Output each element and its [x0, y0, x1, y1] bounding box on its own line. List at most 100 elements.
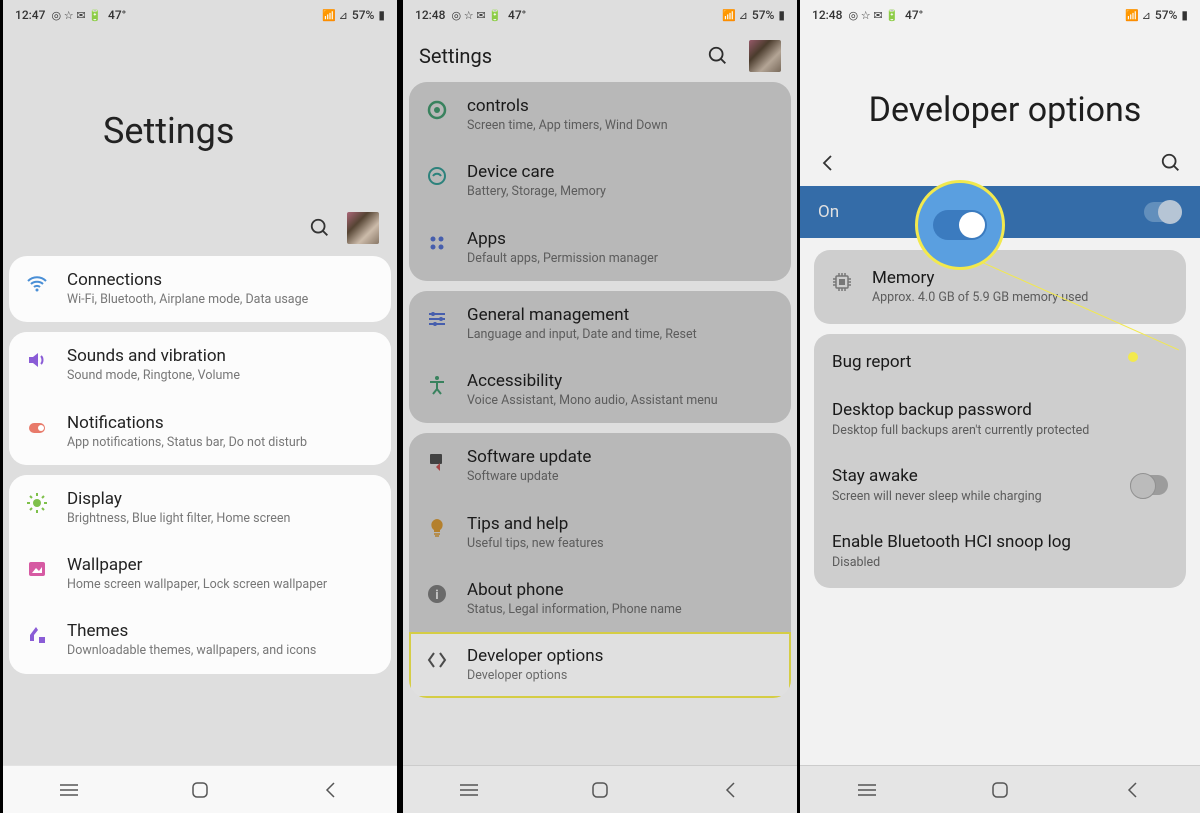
recents-button[interactable]	[458, 779, 480, 801]
item-subtitle: Downloadable themes, wallpapers, and ico…	[67, 643, 375, 659]
annotation-dot	[1128, 352, 1138, 362]
settings-group: Software updateSoftware updateTips and h…	[409, 433, 791, 698]
wifi-icon: 📶 ⊿	[322, 9, 348, 22]
dev-item-desktop-backup-password[interactable]: Desktop backup passwordDesktop full back…	[814, 386, 1186, 452]
toggle[interactable]	[1130, 475, 1168, 495]
item-subtitle: Sound mode, Ringtone, Volume	[67, 368, 375, 384]
item-title: Notifications	[67, 413, 375, 433]
page-title: Developer options	[800, 30, 1200, 140]
item-title: controls	[467, 96, 775, 116]
item-subtitle: Brightness, Blue light filter, Home scre…	[67, 511, 375, 527]
status-bar: 12:48 ◎ ☆ ✉ 🔋 47° 📶 ⊿ 57% ▮	[800, 0, 1200, 30]
back-button[interactable]	[320, 779, 342, 801]
nav-bar	[800, 765, 1200, 813]
home-button[interactable]	[989, 779, 1011, 801]
settings-item-notifications[interactable]: Notifications App notifications, Status b…	[9, 399, 391, 465]
status-time: 12:47	[15, 8, 45, 22]
settings-item-connections[interactable]: ConnectionsWi-Fi, Bluetooth, Airplane mo…	[9, 256, 391, 322]
master-toggle[interactable]	[1144, 202, 1182, 222]
recents-button[interactable]	[58, 779, 80, 801]
profile-avatar[interactable]	[749, 40, 781, 72]
item-title: General management	[467, 305, 775, 325]
profile-avatar[interactable]	[347, 212, 379, 244]
item-title: Wallpaper	[67, 555, 375, 575]
phone-screen-3: 12:48 ◎ ☆ ✉ 🔋 47° 📶 ⊿ 57% ▮ Developer op…	[800, 0, 1200, 813]
settings-item-software-update[interactable]: Software updateSoftware update	[409, 433, 791, 499]
back-icon[interactable]	[818, 153, 838, 173]
dev-item-bug-report[interactable]: Bug report	[814, 338, 1186, 386]
settings-item-developer-options[interactable]: Developer optionsDeveloper options	[409, 632, 791, 698]
battery-icon: ▮	[1181, 8, 1188, 22]
item-title: Software update	[467, 447, 775, 467]
status-icons-left: ◎ ☆ ✉ 🔋	[451, 9, 502, 22]
header: Settings	[403, 30, 797, 82]
accessibility-icon	[425, 373, 449, 397]
item-subtitle: Voice Assistant, Mono audio, Assistant m…	[467, 393, 775, 409]
wifi-icon: 📶 ⊿	[1125, 9, 1151, 22]
home-button[interactable]	[589, 779, 611, 801]
settings-item-about-phone[interactable]: iAbout phoneStatus, Legal information, P…	[409, 566, 791, 632]
item-subtitle: Disabled	[832, 555, 1168, 570]
search-icon[interactable]	[1160, 152, 1182, 174]
settings-group: controlsScreen time, App timers, Wind Do…	[409, 82, 791, 281]
memory-icon	[830, 270, 854, 294]
settings-item-tips-and-help[interactable]: Tips and helpUseful tips, new features	[409, 500, 791, 566]
item-title: Tips and help	[467, 514, 775, 534]
header-title: Settings	[419, 44, 687, 68]
toolbar	[800, 140, 1200, 186]
settings-item-device-care[interactable]: Device careBattery, Storage, Memory	[409, 148, 791, 214]
sound-icon	[25, 348, 49, 372]
item-subtitle: App notifications, Status bar, Do not di…	[67, 435, 375, 451]
settings-item-general-management[interactable]: General management Language and input, Da…	[409, 291, 791, 357]
settings-item-themes[interactable]: Themes Downloadable themes, wallpapers, a…	[9, 607, 391, 673]
recents-button[interactable]	[856, 779, 878, 801]
svg-text:i: i	[435, 588, 438, 603]
status-time: 12:48	[812, 8, 842, 22]
settings-item-controls[interactable]: controlsScreen time, App timers, Wind Do…	[409, 82, 791, 148]
apps-icon	[425, 231, 449, 255]
back-button[interactable]	[720, 779, 742, 801]
update-icon	[425, 449, 449, 473]
dev-item-enable-bluetooth-hci-snoop-log[interactable]: Enable Bluetooth HCI snoop log Disabled	[814, 518, 1186, 584]
item-subtitle: Language and input, Date and time, Reset	[467, 327, 775, 343]
themes-icon	[25, 623, 49, 647]
battery-icon: ▮	[378, 8, 385, 22]
dev-icon	[425, 648, 449, 672]
wifi-icon: 📶 ⊿	[722, 9, 748, 22]
settings-item-sounds-and-vibration[interactable]: Sounds and vibrationSound mode, Ringtone…	[9, 332, 391, 398]
item-title: Themes	[67, 621, 375, 641]
item-title: About phone	[467, 580, 775, 600]
memory-card[interactable]: MemoryApprox. 4.0 GB of 5.9 GB memory us…	[814, 250, 1186, 324]
status-temp: 47°	[108, 8, 126, 22]
search-icon[interactable]	[707, 45, 729, 67]
settings-group: General management Language and input, Da…	[409, 291, 791, 424]
settings-item-display[interactable]: DisplayBrightness, Blue light filter, Ho…	[9, 475, 391, 541]
settings-list[interactable]: controlsScreen time, App timers, Wind Do…	[403, 82, 797, 765]
phone-screen-2: 12:48 ◎ ☆ ✉ 🔋 47° 📶 ⊿ 57% ▮ Settings con…	[400, 0, 800, 813]
settings-item-apps[interactable]: AppsDefault apps, Permission manager	[409, 215, 791, 281]
developer-options-list[interactable]: MemoryApprox. 4.0 GB of 5.9 GB memory us…	[800, 250, 1200, 765]
item-subtitle: Battery, Storage, Memory	[467, 184, 775, 200]
back-button[interactable]	[1122, 779, 1144, 801]
toggle-icon	[933, 210, 987, 240]
status-bar: 12:47 ◎ ☆ ✉ 🔋 47° 📶 ⊿ 57% ▮	[3, 0, 397, 30]
settings-item-accessibility[interactable]: AccessibilityVoice Assistant, Mono audio…	[409, 357, 791, 423]
home-button[interactable]	[189, 779, 211, 801]
item-title: Connections	[67, 270, 375, 290]
wifi-icon	[25, 272, 49, 296]
item-subtitle: Home screen wallpaper, Lock screen wallp…	[67, 577, 375, 593]
status-icons-left: ◎ ☆ ✉ 🔋	[51, 9, 102, 22]
settings-item-wallpaper[interactable]: Wallpaper Home screen wallpaper, Lock scr…	[9, 541, 391, 607]
item-title: Enable Bluetooth HCI snoop log	[832, 532, 1168, 552]
search-icon[interactable]	[309, 217, 331, 239]
devicecare-icon	[425, 164, 449, 188]
status-battery: 57%	[752, 8, 774, 22]
nav-bar	[403, 765, 797, 813]
item-title: Bug report	[832, 352, 1168, 372]
phone-screen-1: 12:47 ◎ ☆ ✉ 🔋 47° 📶 ⊿ 57% ▮ Settings Con…	[0, 0, 400, 813]
settings-list[interactable]: ConnectionsWi-Fi, Bluetooth, Airplane mo…	[3, 256, 397, 765]
item-title: Memory	[872, 268, 1170, 288]
status-icons-left: ◎ ☆ ✉ 🔋	[848, 9, 899, 22]
status-time: 12:48	[415, 8, 445, 22]
dev-item-stay-awake[interactable]: Stay awakeScreen will never sleep while …	[814, 452, 1186, 518]
